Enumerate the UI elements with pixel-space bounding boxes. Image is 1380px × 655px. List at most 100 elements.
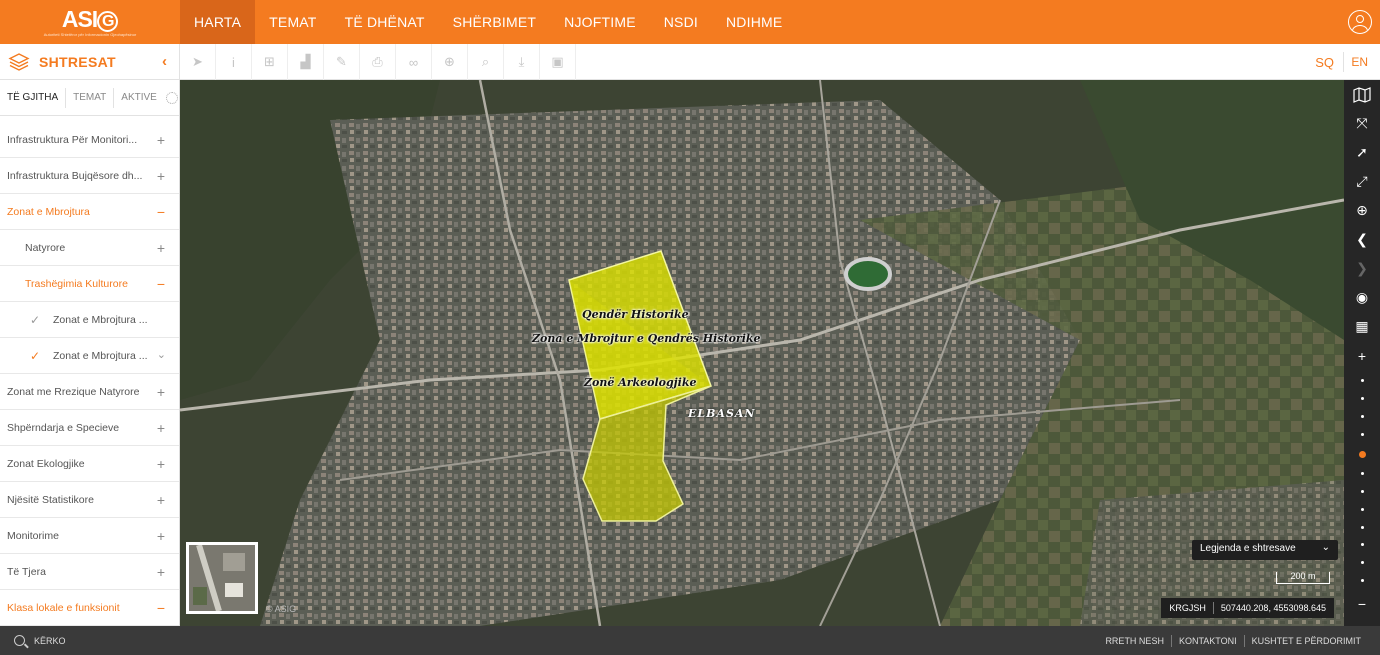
collapse-panel-icon[interactable]: ‹	[162, 53, 167, 70]
chevron-down-icon[interactable]: ⌄	[157, 348, 166, 361]
zoom-in-button[interactable]: +	[1344, 341, 1380, 370]
back-icon[interactable]: ❮	[1344, 225, 1380, 254]
search-link[interactable]: KËRKO	[34, 636, 66, 646]
tab-aktive[interactable]: AKTIVE	[114, 88, 164, 108]
collapse-icon[interactable]: −	[157, 205, 165, 219]
zoom-level[interactable]	[1360, 397, 1364, 401]
footer-link-terms[interactable]: KUSHTET E PËRDORIMIT	[1245, 636, 1368, 646]
map-canvas[interactable]: Qendër Historike Zona e Mbrojtur e Qendr…	[180, 80, 1344, 626]
nav-temat[interactable]: TEMAT	[255, 0, 330, 44]
image-icon[interactable]: ▣	[540, 44, 576, 80]
tab-te-gjitha[interactable]: TË GJITHA	[0, 87, 67, 108]
globe-icon[interactable]: ◉	[1344, 283, 1380, 312]
tab-temat[interactable]: TEMAT	[66, 87, 115, 108]
check-icon[interactable]: ✓	[30, 349, 40, 363]
scale-bar: 200 m	[1276, 572, 1330, 584]
layer-group-item[interactable]: Zonat me Rrezique Natyrore +	[0, 374, 179, 410]
crs-label[interactable]: KRGJSH	[1169, 603, 1206, 613]
footer-link-contact[interactable]: KONTAKTONI	[1172, 636, 1244, 646]
chart-icon[interactable]: ▟	[288, 44, 324, 80]
layer-group-item[interactable]: Shpërndarja e Specieve +	[0, 410, 179, 446]
nav-te-dhenat[interactable]: TË DHËNAT	[331, 0, 439, 44]
zoom-level-current[interactable]	[1358, 450, 1366, 458]
forward-icon[interactable]: ❯	[1344, 254, 1380, 283]
print-icon[interactable]: ⎙	[360, 44, 396, 80]
zoom-level[interactable]	[1360, 472, 1364, 476]
asig-logo[interactable]: ASI G Autoriteti Shtetëror për Informacio…	[0, 0, 180, 44]
nav-njoftime[interactable]: NJOFTIME	[550, 0, 650, 44]
expand-icon[interactable]: +	[157, 133, 165, 147]
nav-nsdi[interactable]: NSDI	[650, 0, 712, 44]
zoom-level[interactable]	[1360, 507, 1364, 511]
zoom-level[interactable]	[1360, 490, 1364, 494]
language-en[interactable]: EN	[1351, 44, 1368, 80]
check-icon[interactable]: ✓	[30, 313, 40, 327]
link-icon[interactable]: ∞	[396, 44, 432, 80]
expand-icon[interactable]: +	[157, 457, 165, 471]
label-city: ELBASAN	[688, 407, 756, 420]
footer-links: RRETH NESH KONTAKTONI KUSHTET E PËRDORIM…	[1098, 626, 1368, 655]
layers-title: SHTRESAT	[39, 54, 116, 70]
add-icon[interactable]: ⊕	[432, 44, 468, 80]
zoom-slider[interactable]	[1358, 372, 1366, 589]
expand-icon[interactable]: +	[157, 493, 165, 507]
collapse-icon[interactable]: −	[157, 601, 165, 615]
add-layer-icon[interactable]: ⊞	[252, 44, 288, 80]
edit-icon[interactable]: ✎	[324, 44, 360, 80]
legend-dropdown[interactable]: Legjenda e shtresave ⌄	[1192, 540, 1338, 560]
layer-item[interactable]: ✓ Zonat e Mbrojtura ...	[0, 302, 179, 338]
zoom-level[interactable]	[1360, 561, 1364, 565]
info-icon[interactable]: i	[216, 44, 252, 80]
layer-group-item[interactable]: Natyrore +	[0, 230, 179, 266]
tool-buttons: ➤ i ⊞ ▟ ✎ ⎙ ∞ ⊕ ⌕ ⤓ ▣	[180, 44, 576, 80]
zoom-out-button[interactable]: −	[1344, 589, 1380, 618]
zoom-level[interactable]	[1360, 379, 1364, 383]
zoom-in-icon[interactable]: ⊕	[1344, 196, 1380, 225]
fullscreen-icon[interactable]: ⤧	[1344, 109, 1380, 138]
search-icon[interactable]: ⌕	[468, 44, 504, 80]
overview-minimap[interactable]	[186, 542, 258, 614]
expand-icon[interactable]: +	[157, 529, 165, 543]
expand-icon[interactable]: +	[157, 385, 165, 399]
expand-icon[interactable]: +	[157, 565, 165, 579]
zoom-level[interactable]	[1360, 578, 1364, 582]
zoom-level[interactable]	[1360, 414, 1364, 418]
layer-group-item[interactable]: Zonat e Mbrojtura −	[0, 194, 179, 230]
layer-item[interactable]: ✓ Zonat e Mbrojtura ... ⌄	[0, 338, 179, 374]
legend-label: Legjenda e shtresave	[1200, 543, 1296, 554]
expand-icon[interactable]: +	[157, 169, 165, 183]
expand-icon[interactable]: +	[157, 421, 165, 435]
footer-link-about[interactable]: RRETH NESH	[1098, 636, 1171, 646]
layer-group-item[interactable]: Monitorime +	[0, 518, 179, 554]
collapse-icon[interactable]: −	[157, 277, 165, 291]
layer-group-item[interactable]: Infrastruktura Për Monitori... +	[0, 122, 179, 158]
pointer-icon[interactable]: ➤	[180, 44, 216, 80]
layer-group-item[interactable]: Zonat Ekologjike +	[0, 446, 179, 482]
layers-icon	[8, 51, 30, 73]
logo-subtitle: Autoriteti Shtetëror për Informacionin G…	[43, 31, 137, 37]
search-icon[interactable]	[14, 635, 25, 646]
zoom-level[interactable]	[1360, 543, 1364, 547]
basemap-icon[interactable]	[1344, 80, 1380, 109]
nav-harta[interactable]: HARTA	[180, 0, 256, 44]
user-icon[interactable]	[1348, 10, 1372, 34]
download-icon[interactable]: ⤓	[504, 44, 540, 80]
layer-group-item[interactable]: Të Tjera +	[0, 554, 179, 590]
label-zone-arkeologjike: Zonë Arkeologjike	[584, 376, 697, 389]
layer-group-item[interactable]: Njësitë Statistikore +	[0, 482, 179, 518]
chevron-down-icon: ⌄	[1321, 542, 1330, 553]
zoom-level[interactable]	[1360, 525, 1364, 529]
layer-group-item[interactable]: Trashëgimia Kulturore −	[0, 266, 179, 302]
nav-ndihme[interactable]: NDIHME	[712, 0, 796, 44]
expand-icon[interactable]: ⤢	[1344, 167, 1380, 196]
grid-icon[interactable]: ▦	[1344, 312, 1380, 341]
nav-sherbimet[interactable]: SHËRBIMET	[439, 0, 550, 44]
layer-group-item[interactable]: Klasa lokale e funksionit −	[0, 590, 179, 626]
layer-group-item[interactable]: Infrastruktura Bujqësore dh... +	[0, 158, 179, 194]
gear-icon[interactable]	[165, 91, 178, 104]
map-toolbar: SHTRESAT ‹ ➤ i ⊞ ▟ ✎ ⎙ ∞ ⊕ ⌕ ⤓ ▣ SQ EN	[0, 44, 1380, 80]
zoom-level[interactable]	[1360, 432, 1364, 436]
locate-icon[interactable]: ➚	[1344, 138, 1380, 167]
language-sq[interactable]: SQ	[1315, 44, 1334, 80]
expand-icon[interactable]: +	[157, 241, 165, 255]
